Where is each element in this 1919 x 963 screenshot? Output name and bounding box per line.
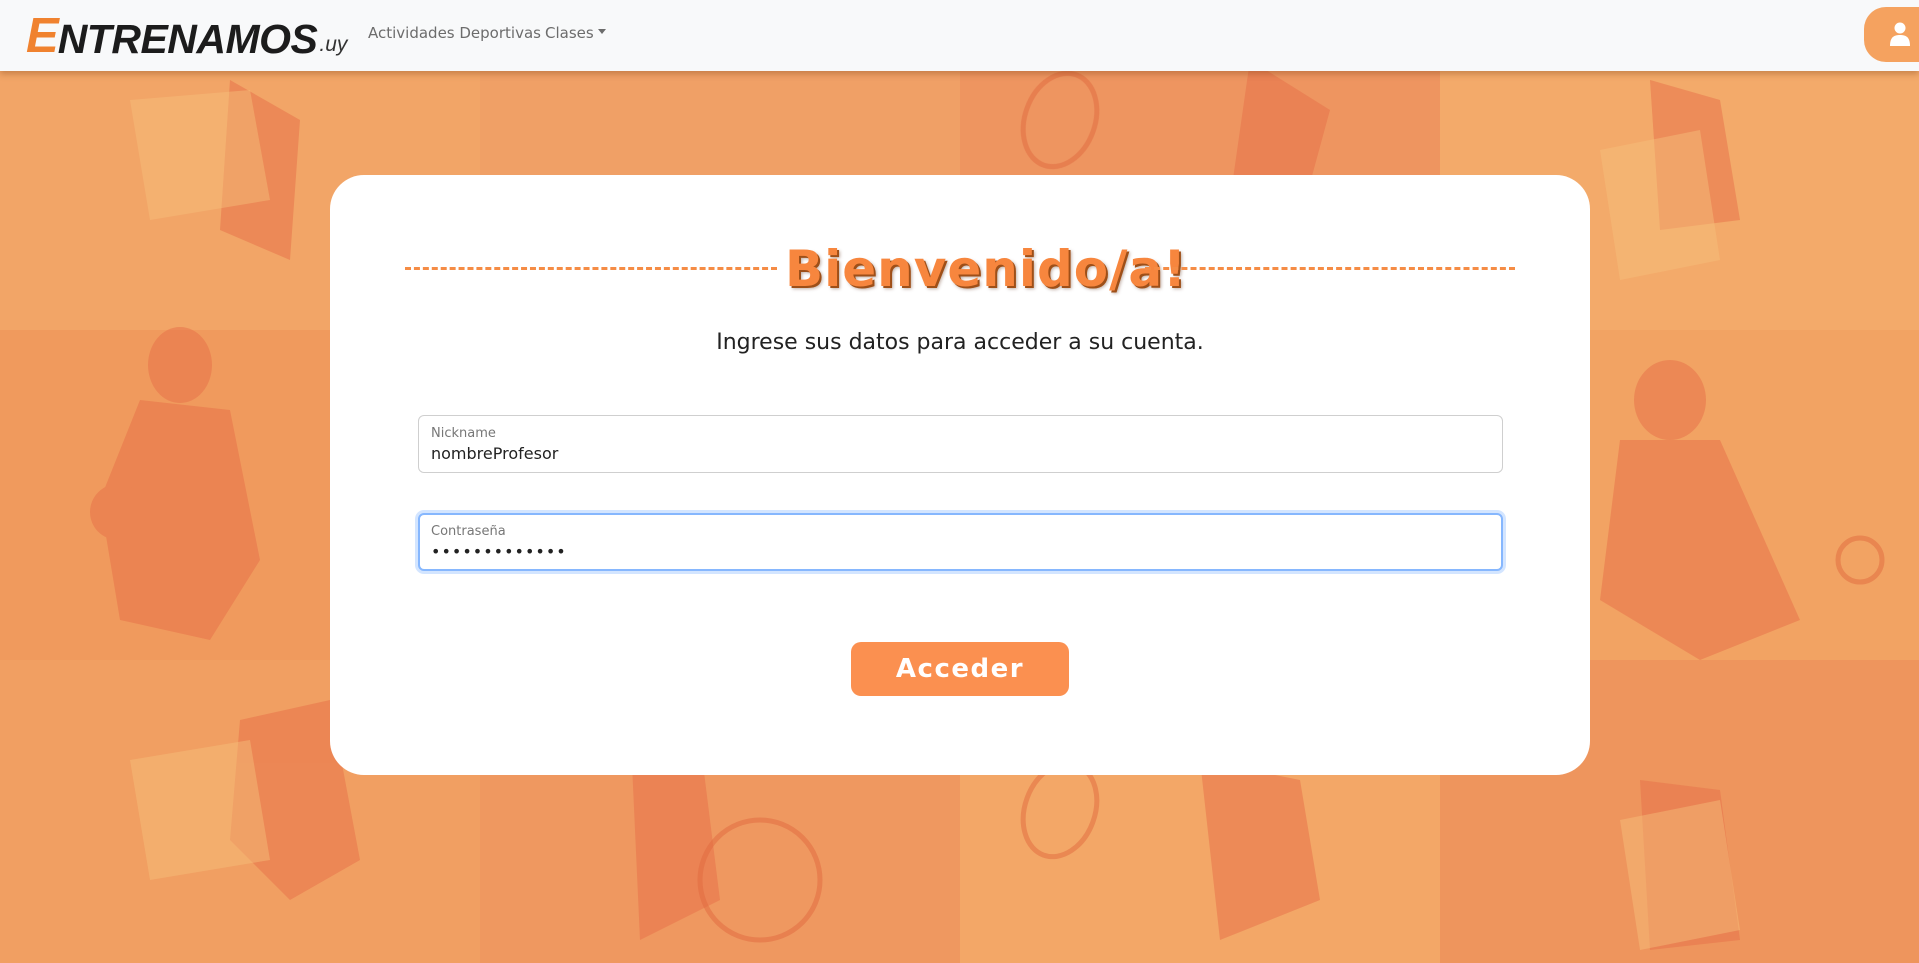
title-divider-left [405,267,777,270]
brand-name: NTRENAMOS [57,16,318,62]
login-card: Bienvenido/a! Ingrese sus datos para acc… [330,175,1590,775]
password-input[interactable]: ••••••••••••• [431,542,1431,561]
welcome-title: Bienvenido/a! [785,240,1187,298]
password-field[interactable]: Contraseña ••••••••••••• [418,513,1503,571]
nav-dropdown-clases-label: Clases [545,24,594,42]
title-divider-right [1145,267,1515,270]
nickname-label: Nickname [431,426,496,441]
acceder-button[interactable]: Acceder [851,642,1069,696]
top-navbar: E NTRENAMOS .uy Actividades Deportivas C… [0,0,1919,71]
user-icon [1890,22,1910,46]
brand-initial: E [26,9,59,63]
password-label: Contraseña [431,524,506,539]
nav-dropdown-clases[interactable]: Clases [545,24,606,42]
caret-down-icon [597,29,606,34]
nickname-field[interactable]: Nickname nombreProfesor [418,415,1503,473]
brand-logo[interactable]: E NTRENAMOS .uy [26,6,348,63]
login-subtitle: Ingrese sus datos para acceder a su cuen… [716,330,1204,355]
user-menu-button[interactable] [1864,7,1919,62]
nav-link-actividades-deportivas[interactable]: Actividades Deportivas [368,24,541,42]
brand-suffix: .uy [319,33,348,56]
nickname-input[interactable]: nombreProfesor [431,444,1431,463]
